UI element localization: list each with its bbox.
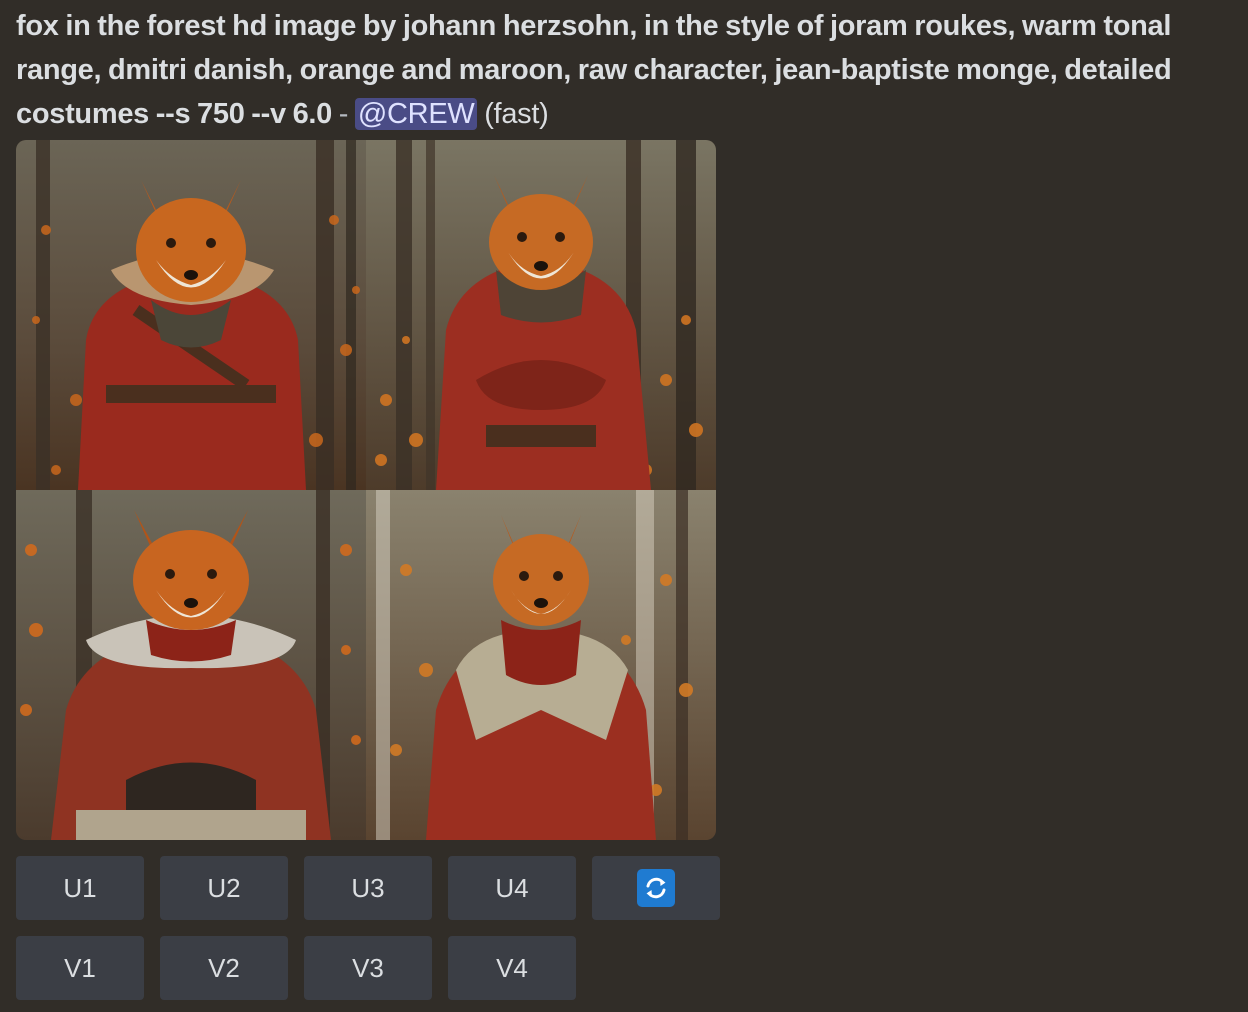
grid-image-2[interactable]: [366, 140, 716, 490]
grid-image-4[interactable]: [366, 490, 716, 840]
generation-mode: (fast): [484, 98, 549, 130]
separator: -: [338, 98, 349, 130]
upscale-button-2[interactable]: U2: [160, 856, 288, 920]
upscale-button-3[interactable]: U3: [304, 856, 432, 920]
grid-image-3[interactable]: [16, 490, 366, 840]
variation-button-2[interactable]: V2: [160, 936, 288, 1000]
reroll-button[interactable]: [592, 856, 720, 920]
prompt-text: fox in the forest hd image by johann her…: [16, 10, 1172, 130]
message-view: fox in the forest hd image by johann her…: [0, 0, 1248, 1012]
fox-image-4: [366, 490, 716, 840]
image-grid[interactable]: [16, 140, 716, 840]
fox-image-3: [16, 490, 366, 840]
variation-button-4[interactable]: V4: [448, 936, 576, 1000]
fox-image-1: [16, 140, 366, 490]
variation-button-3[interactable]: V3: [304, 936, 432, 1000]
upscale-button-1[interactable]: U1: [16, 856, 144, 920]
upscale-button-4[interactable]: U4: [448, 856, 576, 920]
refresh-icon: [637, 869, 675, 907]
user-mention[interactable]: @CREW: [354, 98, 478, 130]
variation-button-1[interactable]: V1: [16, 936, 144, 1000]
message-content: fox in the forest hd image by johann her…: [16, 4, 1240, 136]
fox-image-2: [366, 140, 716, 490]
grid-image-1[interactable]: [16, 140, 366, 490]
